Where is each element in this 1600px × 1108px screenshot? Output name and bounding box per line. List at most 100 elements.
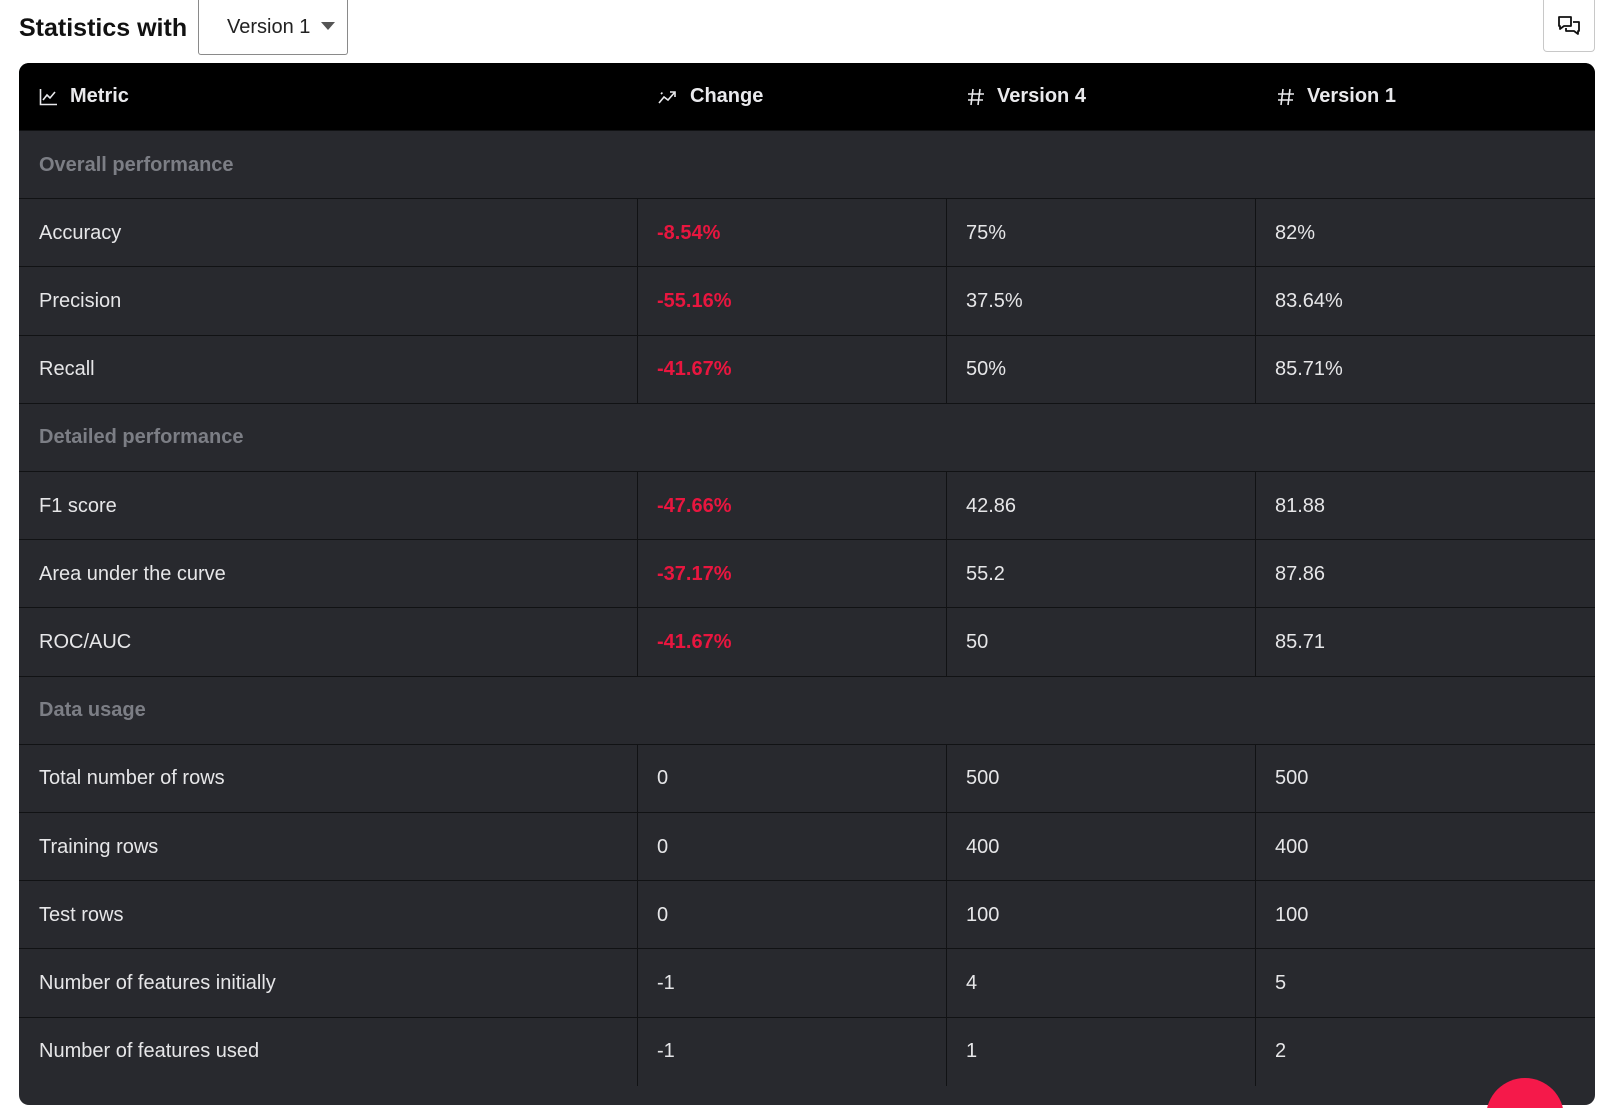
column-divider bbox=[637, 540, 638, 609]
column-divider bbox=[946, 472, 947, 540]
version-4-cell: 50% bbox=[966, 358, 1007, 381]
column-divider bbox=[1255, 949, 1256, 1018]
column-divider bbox=[637, 813, 638, 881]
metric-cell: ROC/AUC bbox=[39, 630, 132, 653]
column-divider bbox=[1255, 540, 1256, 609]
change-cell: -47.66% bbox=[657, 494, 732, 517]
column-divider bbox=[1255, 267, 1256, 336]
table-row: Area under the curve -37.17% 55.2 87.86 bbox=[19, 539, 1595, 609]
column-divider bbox=[1255, 813, 1256, 881]
metric-cell: Test rows bbox=[39, 903, 124, 926]
column-header-version-4[interactable]: Version 4 bbox=[967, 63, 1086, 130]
metric-cell: Training rows bbox=[39, 835, 159, 858]
version-4-cell: 400 bbox=[966, 835, 1000, 858]
version-1-cell: 83.64% bbox=[1275, 289, 1343, 312]
version-4-cell: 50 bbox=[966, 630, 989, 653]
compare-button[interactable] bbox=[1543, 0, 1595, 52]
metric-cell: Accuracy bbox=[39, 221, 122, 244]
version-1-cell: 2 bbox=[1275, 1040, 1287, 1063]
line-chart-icon bbox=[39, 88, 57, 105]
change-cell: -37.17% bbox=[657, 562, 732, 585]
version-4-cell: 75% bbox=[966, 221, 1007, 244]
table-row: Precision -55.16% 37.5% 83.64% bbox=[19, 266, 1595, 336]
table-row: Accuracy -8.54% 75% 82% bbox=[19, 198, 1595, 268]
change-cell: 0 bbox=[657, 767, 669, 790]
metric-cell: Number of features initially bbox=[39, 971, 276, 994]
chevron-down-icon bbox=[321, 22, 335, 30]
version-4-cell: 55.2 bbox=[966, 562, 1005, 585]
table-row: Recall -41.67% 50% 85.71% bbox=[19, 334, 1595, 404]
column-divider bbox=[637, 199, 638, 268]
hash-icon bbox=[1278, 88, 1294, 105]
version-1-cell: 85.71 bbox=[1275, 630, 1326, 653]
column-divider bbox=[1255, 744, 1256, 813]
column-divider bbox=[946, 335, 947, 404]
column-divider bbox=[946, 199, 947, 268]
version-1-cell: 5 bbox=[1275, 971, 1287, 994]
column-header-change[interactable]: Change bbox=[658, 63, 763, 130]
version-4-cell: 4 bbox=[966, 971, 978, 994]
column-divider bbox=[637, 744, 638, 813]
column-divider bbox=[946, 540, 947, 609]
hash-icon bbox=[968, 88, 984, 105]
statistics-header: Statistics with Version 1 bbox=[0, 0, 1600, 62]
column-divider bbox=[637, 1017, 638, 1086]
metric-cell: F1 score bbox=[39, 494, 117, 517]
change-cell: -1 bbox=[657, 971, 675, 994]
change-cell: -1 bbox=[657, 1040, 675, 1063]
column-divider bbox=[946, 1017, 947, 1086]
column-divider bbox=[1255, 335, 1256, 404]
table-header: Metric Change Version 4 Version 1 bbox=[19, 63, 1595, 130]
version-4-cell: 500 bbox=[966, 767, 1000, 790]
version-4-cell: 42.86 bbox=[966, 494, 1017, 517]
change-cell: -41.67% bbox=[657, 358, 732, 381]
section-label: Overall performance bbox=[39, 153, 234, 176]
table-row: Number of features used -1 1 2 bbox=[19, 1016, 1595, 1086]
statistics-page: Statistics with Version 1 Metric Change … bbox=[0, 0, 1600, 1108]
column-divider bbox=[946, 608, 947, 677]
section-label: Data usage bbox=[39, 699, 146, 722]
column-divider bbox=[946, 744, 947, 813]
version-1-cell: 500 bbox=[1275, 767, 1309, 790]
version-1-cell: 82% bbox=[1275, 221, 1316, 244]
version-4-cell: 37.5% bbox=[966, 289, 1023, 312]
change-cell: -55.16% bbox=[657, 289, 732, 312]
version-1-cell: 85.71% bbox=[1275, 358, 1343, 381]
column-divider bbox=[637, 608, 638, 677]
metric-cell: Total number of rows bbox=[39, 767, 225, 790]
section-row: Data usage bbox=[19, 675, 1595, 745]
section-row: Detailed performance bbox=[19, 402, 1595, 472]
version-1-cell: 400 bbox=[1275, 835, 1309, 858]
column-divider bbox=[946, 813, 947, 881]
table-row: Test rows 0 100 100 bbox=[19, 880, 1595, 950]
column-header-version-1[interactable]: Version 1 bbox=[1277, 63, 1396, 130]
statistics-table: Metric Change Version 4 Version 1 Overal… bbox=[19, 63, 1595, 1105]
section-label: Detailed performance bbox=[39, 426, 244, 449]
version-select-value: Version 1 bbox=[227, 15, 311, 38]
version-1-cell: 87.86 bbox=[1275, 562, 1326, 585]
metric-cell: Recall bbox=[39, 358, 95, 381]
column-divider bbox=[946, 267, 947, 336]
change-cell: -41.67% bbox=[657, 630, 732, 653]
change-cell: -8.54% bbox=[657, 221, 721, 244]
table-row: Number of features initially -1 4 5 bbox=[19, 948, 1595, 1018]
change-cell: 0 bbox=[657, 835, 669, 858]
trend-icon bbox=[658, 90, 676, 104]
version-4-cell: 100 bbox=[966, 903, 1000, 926]
table-row: ROC/AUC -41.67% 50 85.71 bbox=[19, 607, 1595, 677]
column-divider bbox=[946, 949, 947, 1018]
column-divider bbox=[637, 267, 638, 336]
column-divider bbox=[1255, 199, 1256, 268]
version-select[interactable]: Version 1 bbox=[198, 0, 348, 55]
column-divider bbox=[1255, 608, 1256, 677]
metric-cell: Precision bbox=[39, 289, 122, 312]
column-header-metric[interactable]: Metric bbox=[39, 63, 129, 130]
table-row: Training rows 0 400 400 bbox=[19, 812, 1595, 881]
column-divider bbox=[637, 472, 638, 540]
metric-cell: Number of features used bbox=[39, 1040, 260, 1063]
column-divider bbox=[637, 335, 638, 404]
column-divider bbox=[637, 881, 638, 950]
table-row: Total number of rows 0 500 500 bbox=[19, 743, 1595, 813]
version-1-cell: 100 bbox=[1275, 903, 1309, 926]
column-divider bbox=[1255, 881, 1256, 950]
